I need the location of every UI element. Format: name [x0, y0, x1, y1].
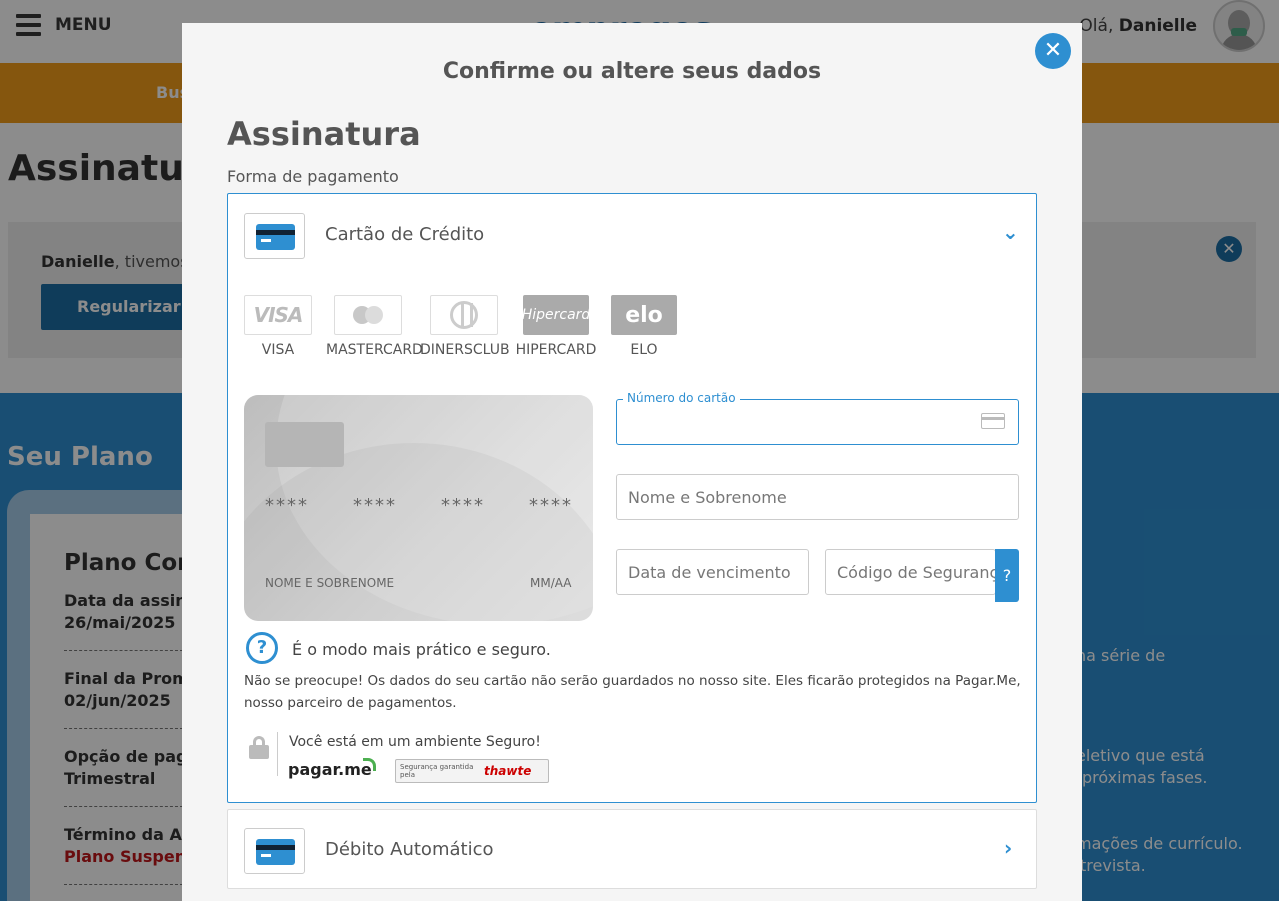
elo-logo-text: elo [625, 302, 663, 328]
secure-environment-text: Você está em um ambiente Seguro! [289, 734, 541, 750]
payment-modal: ✕ Confirme ou altere seus dados Assinatu… [182, 23, 1082, 901]
divider [277, 732, 278, 776]
credit-card-icon [981, 413, 1005, 429]
thawte-caption: Segurança garantida pela [400, 763, 474, 779]
card-number-label: Número do cartão [623, 391, 740, 405]
visa-logo-text: VISA [253, 303, 304, 327]
card-number-group: **** [265, 495, 309, 516]
debit-card-icon [244, 828, 305, 874]
lock-icon [249, 736, 269, 759]
card-number-group: **** [441, 495, 485, 516]
brand-name: MASTERCARD [326, 342, 423, 358]
section-title: Assinatura [227, 115, 421, 153]
payment-method-label: Forma de pagamento [227, 167, 399, 186]
card-preview: **** **** **** **** NOME E SOBRENOME MM/… [244, 395, 593, 621]
cvv-field[interactable]: Código de Segurança [825, 549, 996, 595]
cvv-help-button[interactable]: ? [995, 549, 1019, 602]
card-expiry: MM/AA [530, 576, 572, 590]
credit-card-icon [244, 213, 305, 259]
thawte-seal: Segurança garantida pela thawte [395, 759, 549, 783]
card-number-group: **** [529, 495, 573, 516]
name-placeholder: Nome e Sobrenome [628, 488, 787, 507]
secure-description: Não se preocupe! Os dados do seu cartão … [244, 673, 1021, 711]
brand-name: DINERSCLUB [420, 342, 510, 358]
modal-title: Confirme ou altere seus dados [442, 59, 822, 84]
card-holder-name: NOME E SOBRENOME [265, 576, 395, 590]
secure-heading: É o modo mais prático e seguro. [292, 640, 551, 659]
brand-name: ELO [630, 342, 658, 358]
hipercard-logo: Hipercard [521, 295, 591, 335]
mastercard-logo [334, 295, 402, 335]
pagarme-logo: pagar.me [288, 758, 376, 779]
credit-card-option[interactable]: Cartão de Crédito [325, 224, 484, 245]
expiry-field[interactable]: Data de vencimento [616, 549, 809, 595]
debit-option-panel[interactable]: Débito Automático › [227, 809, 1037, 889]
brand-name: VISA [261, 342, 295, 358]
card-chip [265, 422, 344, 467]
card-number-field[interactable]: Número do cartão [616, 391, 1019, 445]
name-field[interactable]: Nome e Sobrenome [616, 474, 1019, 520]
chevron-right-icon[interactable]: › [1004, 836, 1012, 860]
visa-logo: VISA [244, 295, 312, 335]
hipercard-logo-text: Hipercard [521, 307, 591, 323]
question-icon: ? [246, 632, 278, 664]
diners-logo [430, 295, 498, 335]
credit-card-panel: Cartão de Crédito ⌄ VISA VISA MASTERCARD… [227, 193, 1037, 803]
cvv-placeholder: Código de Segurança [837, 563, 996, 582]
debit-option-label: Débito Automático [325, 839, 494, 860]
card-number-group: **** [353, 495, 397, 516]
thawte-brand: thawte [484, 764, 532, 778]
expiry-placeholder: Data de vencimento [628, 563, 791, 582]
elo-logo: elo [611, 295, 677, 335]
brand-name: HIPERCARD [515, 342, 597, 358]
chevron-down-icon[interactable]: ⌄ [1002, 220, 1019, 244]
